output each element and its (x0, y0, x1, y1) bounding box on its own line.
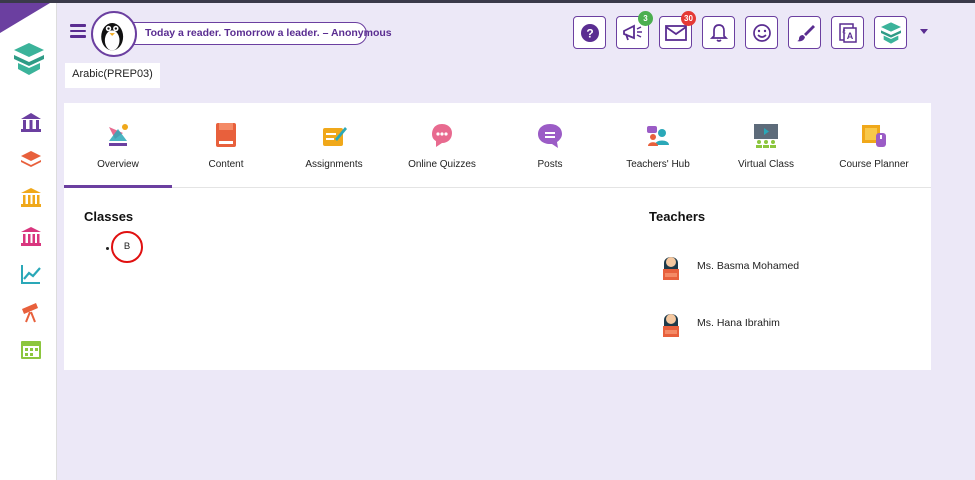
corner-ribbon (0, 3, 50, 33)
help-icon: ? (580, 23, 599, 42)
tab-assignments[interactable]: Assignments (280, 103, 388, 188)
app-logo-icon[interactable] (12, 41, 46, 77)
classes-heading: Classes (84, 209, 134, 224)
penguin-avatar-icon (101, 23, 124, 51)
course-tabs: Overview Content Assignments Online Quiz… (64, 103, 931, 188)
window-top-bar (0, 0, 975, 3)
layers-icon[interactable] (19, 147, 43, 171)
teacher-item[interactable]: Ms. Basma Mohamed (659, 251, 879, 281)
teacher-avatar-icon (663, 314, 679, 337)
quiz-icon (432, 124, 452, 147)
hamburger-menu-icon[interactable] (70, 24, 86, 38)
telescope-icon[interactable] (19, 300, 43, 324)
tab-label: Course Planner (839, 159, 909, 170)
app-logo-icon (880, 21, 901, 44)
tab-content[interactable]: Content (172, 103, 280, 188)
notifications-badge: 3 (638, 11, 653, 26)
messages-button[interactable]: 30 (659, 11, 696, 49)
bell-icon (709, 23, 728, 42)
analytics-chart-icon[interactable] (19, 262, 43, 286)
assignment-icon (323, 127, 347, 146)
app-switcher-button[interactable] (874, 16, 907, 49)
tab-posts[interactable]: Posts (496, 103, 604, 188)
sidebar (0, 3, 57, 480)
svg-text:?: ? (586, 26, 593, 40)
tab-label: Assignments (305, 159, 363, 170)
announcements-button[interactable]: 3 (616, 11, 653, 49)
help-button[interactable]: ? (573, 16, 606, 49)
svg-text:ع: ع (842, 28, 846, 34)
tab-label: Teachers' Hub (626, 159, 690, 170)
chevron-down-icon[interactable] (920, 29, 928, 34)
building-icon[interactable] (19, 224, 43, 248)
paintbrush-icon (796, 24, 815, 41)
tab-virtual-class[interactable]: Virtual Class (712, 103, 820, 188)
mail-icon (664, 24, 687, 41)
course-name: Arabic(PREP03) (65, 63, 160, 88)
planner-icon (862, 125, 886, 147)
overview-icon (109, 124, 128, 146)
calendar-icon[interactable] (19, 337, 43, 361)
tab-overview[interactable]: Overview (64, 103, 172, 188)
translate-icon: Aع (838, 22, 857, 43)
tab-online-quizzes[interactable]: Online Quizzes (388, 103, 496, 188)
tab-course-planner[interactable]: Course Planner (820, 103, 928, 188)
chat-bubble-icon (538, 124, 562, 148)
teacher-item[interactable]: Ms. Hana Ibrahim (659, 308, 879, 338)
smiley-icon (752, 23, 771, 42)
avatar[interactable] (91, 11, 137, 57)
tab-label: Posts (537, 159, 563, 170)
book-icon (216, 123, 236, 147)
language-button[interactable]: Aع (831, 16, 864, 49)
notifications-button[interactable] (702, 16, 735, 49)
teachers-hub-icon (647, 126, 669, 146)
mood-button[interactable] (745, 16, 778, 49)
megaphone-icon (622, 24, 642, 40)
tab-label: Content (208, 159, 244, 170)
quote-banner: Today a reader. Tomorrow a leader. – Ano… (120, 22, 392, 45)
teacher-name: Ms. Hana Ibrahim (697, 317, 780, 329)
svg-text:A: A (846, 31, 853, 41)
teacher-name: Ms. Basma Mohamed (697, 260, 800, 272)
tab-teachers-hub[interactable]: Teachers' Hub (604, 103, 712, 188)
messages-badge: 30 (681, 11, 696, 26)
tab-label: Overview (97, 159, 139, 170)
theme-button[interactable] (788, 16, 821, 49)
list-bullet (106, 247, 109, 250)
virtual-class-icon (754, 124, 778, 148)
course-panel: Overview Content Assignments Online Quiz… (64, 103, 931, 370)
teacher-avatar-icon (663, 257, 679, 280)
institution-icon[interactable] (19, 185, 43, 209)
school-icon[interactable] (19, 110, 43, 134)
tab-label: Online Quizzes (408, 159, 476, 170)
tab-label: Virtual Class (738, 159, 794, 170)
class-item-b[interactable]: B (111, 231, 143, 263)
teachers-heading: Teachers (649, 209, 706, 224)
